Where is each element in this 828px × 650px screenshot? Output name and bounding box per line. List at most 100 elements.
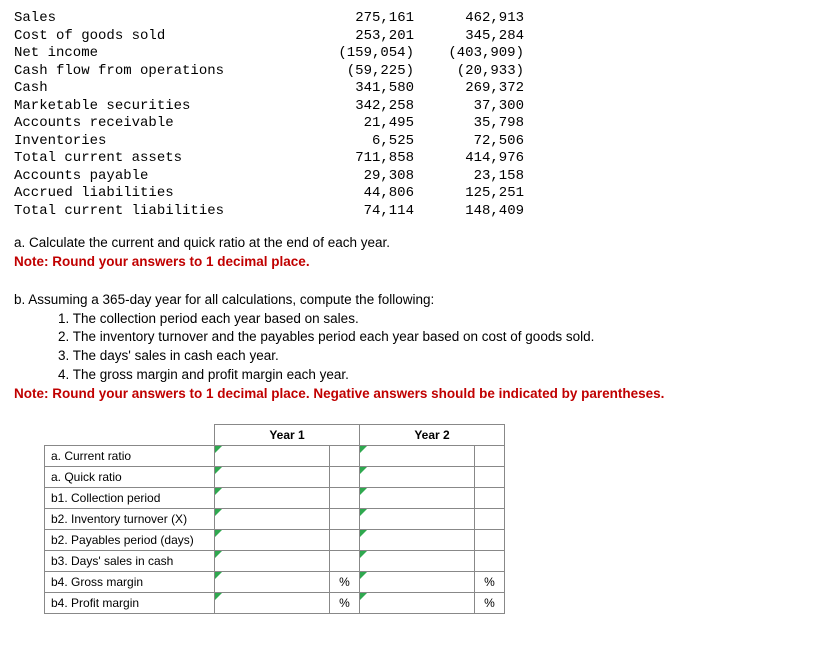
answer-input-y2[interactable] <box>360 530 475 551</box>
unit-cell: % <box>475 572 505 593</box>
fin-label: Net income <box>14 45 304 63</box>
unit-cell <box>475 467 505 488</box>
unit-cell <box>475 509 505 530</box>
unit-cell <box>475 530 505 551</box>
fin-val-y1: 21,495 <box>304 115 414 133</box>
answer-input-y1[interactable] <box>215 488 330 509</box>
fin-val-y1: 74,114 <box>304 203 414 221</box>
question-b-item: 3. The days' sales in cash each year. <box>14 347 814 366</box>
fin-val-y1: 275,161 <box>304 10 414 28</box>
answer-input-y2[interactable] <box>360 467 475 488</box>
fin-label: Cash <box>14 80 304 98</box>
answer-input-y1[interactable] <box>215 572 330 593</box>
unit-cell <box>330 509 360 530</box>
unit-cell <box>330 530 360 551</box>
fin-val-y1: 342,258 <box>304 98 414 116</box>
answer-input-y2[interactable] <box>360 572 475 593</box>
answer-input-y2[interactable] <box>360 593 475 614</box>
fin-label: Accounts payable <box>14 168 304 186</box>
header-year2: Year 2 <box>360 425 505 446</box>
answer-input-y1[interactable] <box>215 446 330 467</box>
unit-cell <box>475 551 505 572</box>
table-header-row: Year 1 Year 2 <box>45 425 505 446</box>
fin-row: Cash341,580269,372 <box>14 80 814 98</box>
table-row: b4. Gross margin % % <box>45 572 505 593</box>
fin-row: Accrued liabilities44,806125,251 <box>14 185 814 203</box>
fin-val-y2: 35,798 <box>414 115 524 133</box>
fin-val-y2: 269,372 <box>414 80 524 98</box>
fin-val-y2: 345,284 <box>414 28 524 46</box>
answer-input-y2[interactable] <box>360 551 475 572</box>
unit-cell <box>330 446 360 467</box>
table-row: a. Quick ratio <box>45 467 505 488</box>
question-b-item: 2. The inventory turnover and the payabl… <box>14 328 814 347</box>
unit-cell <box>475 488 505 509</box>
answer-input-y1[interactable] <box>215 509 330 530</box>
answer-input-y2[interactable] <box>360 509 475 530</box>
table-row: b2. Inventory turnover (X) <box>45 509 505 530</box>
fin-label: Inventories <box>14 133 304 151</box>
row-label: b4. Profit margin <box>45 593 215 614</box>
table-row: b4. Profit margin % % <box>45 593 505 614</box>
answer-table: Year 1 Year 2 a. Current ratio a. Quick … <box>44 424 505 614</box>
fin-row: Cost of goods sold253,201345,284 <box>14 28 814 46</box>
fin-row: Accounts payable29,30823,158 <box>14 168 814 186</box>
fin-row: Accounts receivable21,49535,798 <box>14 115 814 133</box>
fin-val-y2: 148,409 <box>414 203 524 221</box>
row-label: b1. Collection period <box>45 488 215 509</box>
fin-label: Accrued liabilities <box>14 185 304 203</box>
fin-val-y2: 414,976 <box>414 150 524 168</box>
unit-cell <box>475 446 505 467</box>
fin-label: Total current liabilities <box>14 203 304 221</box>
financial-data-block: Sales275,161462,913 Cost of goods sold25… <box>14 10 814 220</box>
question-b-item: 1. The collection period each year based… <box>14 310 814 329</box>
answer-input-y1[interactable] <box>215 551 330 572</box>
fin-row: Sales275,161462,913 <box>14 10 814 28</box>
unit-cell <box>330 551 360 572</box>
fin-row: Net income(159,054)(403,909) <box>14 45 814 63</box>
question-a: a. Calculate the current and quick ratio… <box>14 234 814 253</box>
fin-val-y2: 462,913 <box>414 10 524 28</box>
fin-val-y2: 125,251 <box>414 185 524 203</box>
fin-val-y2: (20,933) <box>414 63 524 81</box>
question-b-item: 4. The gross margin and profit margin ea… <box>14 366 814 385</box>
fin-val-y2: 72,506 <box>414 133 524 151</box>
unit-cell <box>330 467 360 488</box>
fin-label: Sales <box>14 10 304 28</box>
fin-val-y2: (403,909) <box>414 45 524 63</box>
table-row: a. Current ratio <box>45 446 505 467</box>
fin-label: Accounts receivable <box>14 115 304 133</box>
fin-val-y2: 23,158 <box>414 168 524 186</box>
questions-block: a. Calculate the current and quick ratio… <box>14 234 814 404</box>
answer-input-y1[interactable] <box>215 467 330 488</box>
answer-input-y1[interactable] <box>215 593 330 614</box>
unit-cell: % <box>475 593 505 614</box>
row-label: b4. Gross margin <box>45 572 215 593</box>
fin-val-y1: (59,225) <box>304 63 414 81</box>
question-a-note: Note: Round your answers to 1 decimal pl… <box>14 253 814 272</box>
header-year1: Year 1 <box>215 425 360 446</box>
answer-input-y2[interactable] <box>360 488 475 509</box>
fin-val-y1: 6,525 <box>304 133 414 151</box>
table-row: b2. Payables period (days) <box>45 530 505 551</box>
fin-val-y1: 29,308 <box>304 168 414 186</box>
fin-row: Cash flow from operations(59,225)(20,933… <box>14 63 814 81</box>
fin-val-y2: 37,300 <box>414 98 524 116</box>
fin-label: Marketable securities <box>14 98 304 116</box>
row-label: a. Quick ratio <box>45 467 215 488</box>
unit-cell: % <box>330 593 360 614</box>
answer-input-y2[interactable] <box>360 446 475 467</box>
fin-label: Cost of goods sold <box>14 28 304 46</box>
answer-input-y1[interactable] <box>215 530 330 551</box>
table-row: b1. Collection period <box>45 488 505 509</box>
unit-cell <box>330 488 360 509</box>
fin-val-y1: 253,201 <box>304 28 414 46</box>
question-b-intro: b. Assuming a 365-day year for all calcu… <box>14 291 814 310</box>
fin-val-y1: 44,806 <box>304 185 414 203</box>
row-label: b2. Payables period (days) <box>45 530 215 551</box>
fin-val-y1: 711,858 <box>304 150 414 168</box>
fin-row: Total current assets711,858414,976 <box>14 150 814 168</box>
fin-val-y1: (159,054) <box>304 45 414 63</box>
fin-label: Total current assets <box>14 150 304 168</box>
row-label: a. Current ratio <box>45 446 215 467</box>
